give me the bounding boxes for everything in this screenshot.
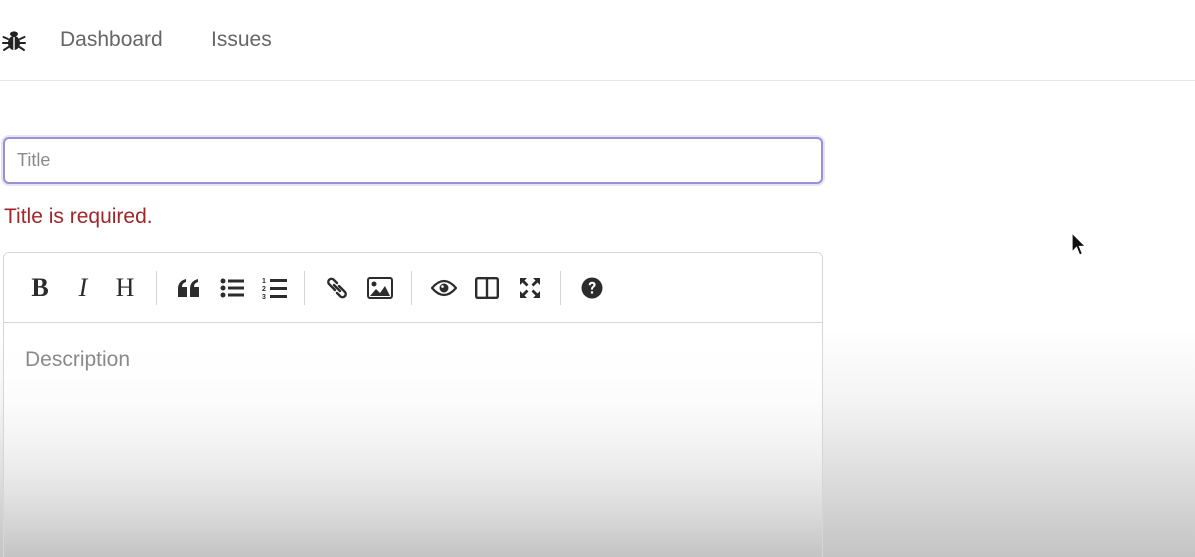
image-button[interactable] xyxy=(365,273,395,303)
image-icon xyxy=(367,277,393,299)
title-error-message: Title is required. xyxy=(4,205,153,228)
quote-icon xyxy=(178,279,199,297)
nav-link-issues[interactable]: Issues xyxy=(211,28,272,52)
svg-text:2: 2 xyxy=(262,286,266,293)
unordered-list-button[interactable] xyxy=(217,273,247,303)
italic-icon: I xyxy=(78,273,88,302)
link-icon xyxy=(327,277,347,299)
mouse-pointer-icon xyxy=(1070,231,1088,263)
guide-button[interactable] xyxy=(577,273,607,303)
quote-button[interactable] xyxy=(174,273,204,303)
columns-icon xyxy=(475,277,499,299)
markdown-editor: B I H 1 2 3 Description xyxy=(3,252,823,557)
ordered-list-button[interactable]: 1 2 3 xyxy=(260,273,290,303)
bold-icon: B xyxy=(31,273,49,302)
navbar: Dashboard Issues xyxy=(0,0,1195,81)
preview-button[interactable] xyxy=(429,273,459,303)
fullscreen-icon xyxy=(520,278,540,298)
editor-toolbar: B I H 1 2 3 xyxy=(4,253,822,323)
heading-button[interactable]: H xyxy=(110,273,140,303)
toolbar-separator xyxy=(304,271,305,305)
toolbar-separator xyxy=(156,271,157,305)
bullet-list-icon xyxy=(220,278,244,298)
side-by-side-button[interactable] xyxy=(472,273,502,303)
toolbar-separator xyxy=(411,271,412,305)
bold-button[interactable]: B xyxy=(25,273,55,303)
numbered-list-icon: 1 2 3 xyxy=(262,278,287,300)
description-editor[interactable]: Description xyxy=(4,324,822,557)
heading-icon: H xyxy=(115,273,135,302)
eye-icon xyxy=(431,279,457,297)
svg-text:3: 3 xyxy=(262,294,266,300)
nav-link-dashboard[interactable]: Dashboard xyxy=(60,28,163,52)
title-input[interactable] xyxy=(3,137,823,184)
italic-button[interactable]: I xyxy=(68,273,98,303)
toolbar-separator xyxy=(560,271,561,305)
bug-icon[interactable] xyxy=(2,29,26,53)
description-placeholder: Description xyxy=(25,348,131,371)
link-button[interactable] xyxy=(322,273,352,303)
fullscreen-button[interactable] xyxy=(515,273,545,303)
question-circle-icon xyxy=(581,277,603,299)
svg-text:1: 1 xyxy=(262,278,266,285)
